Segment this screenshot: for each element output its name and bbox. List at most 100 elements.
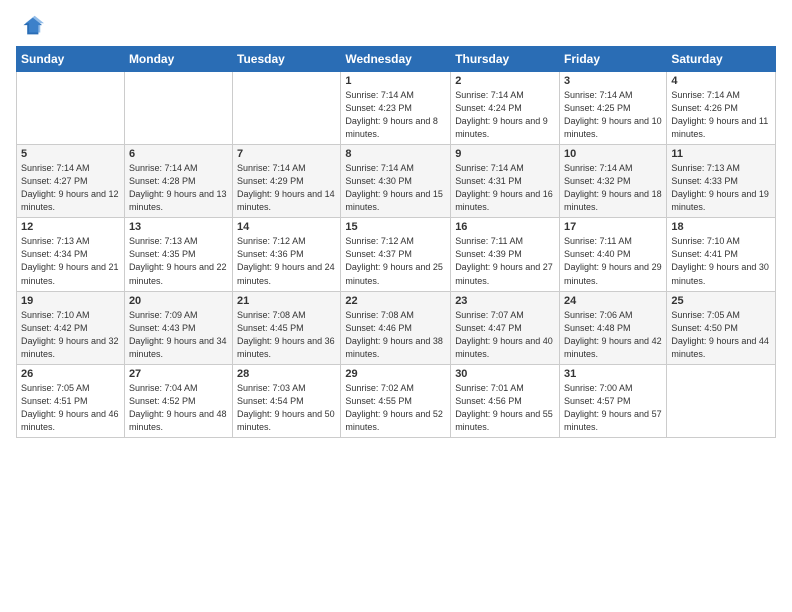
- calendar-cell: 30 Sunrise: 7:01 AMSunset: 4:56 PMDaylig…: [451, 364, 560, 437]
- day-number: 17: [564, 221, 662, 233]
- day-number: 18: [671, 221, 771, 233]
- calendar-cell: 10 Sunrise: 7:14 AMSunset: 4:32 PMDaylig…: [560, 145, 667, 218]
- day-number: 27: [129, 368, 228, 380]
- calendar-cell: 4 Sunrise: 7:14 AMSunset: 4:26 PMDayligh…: [667, 72, 776, 145]
- calendar: SundayMondayTuesdayWednesdayThursdayFrid…: [16, 46, 776, 438]
- calendar-cell: 5 Sunrise: 7:14 AMSunset: 4:27 PMDayligh…: [17, 145, 125, 218]
- day-number: 9: [455, 148, 555, 160]
- day-info: Sunrise: 7:13 AMSunset: 4:35 PMDaylight:…: [129, 235, 228, 287]
- page: SundayMondayTuesdayWednesdayThursdayFrid…: [0, 0, 792, 454]
- day-number: 31: [564, 368, 662, 380]
- calendar-cell: 12 Sunrise: 7:13 AMSunset: 4:34 PMDaylig…: [17, 218, 125, 291]
- calendar-cell: 27 Sunrise: 7:04 AMSunset: 4:52 PMDaylig…: [124, 364, 232, 437]
- day-info: Sunrise: 7:10 AMSunset: 4:41 PMDaylight:…: [671, 235, 771, 287]
- day-info: Sunrise: 7:05 AMSunset: 4:51 PMDaylight:…: [21, 382, 120, 434]
- calendar-cell: 23 Sunrise: 7:07 AMSunset: 4:47 PMDaylig…: [451, 291, 560, 364]
- calendar-cell: 9 Sunrise: 7:14 AMSunset: 4:31 PMDayligh…: [451, 145, 560, 218]
- day-info: Sunrise: 7:14 AMSunset: 4:31 PMDaylight:…: [455, 162, 555, 214]
- day-info: Sunrise: 7:10 AMSunset: 4:42 PMDaylight:…: [21, 309, 120, 361]
- calendar-cell: 16 Sunrise: 7:11 AMSunset: 4:39 PMDaylig…: [451, 218, 560, 291]
- calendar-cell: [667, 364, 776, 437]
- day-info: Sunrise: 7:07 AMSunset: 4:47 PMDaylight:…: [455, 309, 555, 361]
- calendar-cell: 22 Sunrise: 7:08 AMSunset: 4:46 PMDaylig…: [341, 291, 451, 364]
- day-info: Sunrise: 7:03 AMSunset: 4:54 PMDaylight:…: [237, 382, 336, 434]
- day-info: Sunrise: 7:11 AMSunset: 4:39 PMDaylight:…: [455, 235, 555, 287]
- day-header-sunday: Sunday: [17, 47, 125, 72]
- day-info: Sunrise: 7:14 AMSunset: 4:26 PMDaylight:…: [671, 89, 771, 141]
- calendar-cell: 6 Sunrise: 7:14 AMSunset: 4:28 PMDayligh…: [124, 145, 232, 218]
- day-info: Sunrise: 7:01 AMSunset: 4:56 PMDaylight:…: [455, 382, 555, 434]
- week-row-5: 26 Sunrise: 7:05 AMSunset: 4:51 PMDaylig…: [17, 364, 776, 437]
- day-number: 1: [345, 75, 446, 87]
- day-info: Sunrise: 7:00 AMSunset: 4:57 PMDaylight:…: [564, 382, 662, 434]
- day-header-thursday: Thursday: [451, 47, 560, 72]
- day-info: Sunrise: 7:14 AMSunset: 4:23 PMDaylight:…: [345, 89, 446, 141]
- calendar-cell: 15 Sunrise: 7:12 AMSunset: 4:37 PMDaylig…: [341, 218, 451, 291]
- day-number: 16: [455, 221, 555, 233]
- day-info: Sunrise: 7:14 AMSunset: 4:25 PMDaylight:…: [564, 89, 662, 141]
- calendar-cell: 3 Sunrise: 7:14 AMSunset: 4:25 PMDayligh…: [560, 72, 667, 145]
- logo: [16, 12, 48, 40]
- calendar-cell: [17, 72, 125, 145]
- day-info: Sunrise: 7:14 AMSunset: 4:24 PMDaylight:…: [455, 89, 555, 141]
- day-header-wednesday: Wednesday: [341, 47, 451, 72]
- calendar-cell: [233, 72, 341, 145]
- day-number: 12: [21, 221, 120, 233]
- day-info: Sunrise: 7:06 AMSunset: 4:48 PMDaylight:…: [564, 309, 662, 361]
- day-number: 3: [564, 75, 662, 87]
- week-row-3: 12 Sunrise: 7:13 AMSunset: 4:34 PMDaylig…: [17, 218, 776, 291]
- calendar-cell: 2 Sunrise: 7:14 AMSunset: 4:24 PMDayligh…: [451, 72, 560, 145]
- day-info: Sunrise: 7:14 AMSunset: 4:32 PMDaylight:…: [564, 162, 662, 214]
- day-number: 30: [455, 368, 555, 380]
- calendar-cell: 19 Sunrise: 7:10 AMSunset: 4:42 PMDaylig…: [17, 291, 125, 364]
- day-number: 22: [345, 295, 446, 307]
- calendar-cell: [124, 72, 232, 145]
- day-info: Sunrise: 7:14 AMSunset: 4:30 PMDaylight:…: [345, 162, 446, 214]
- calendar-cell: 31 Sunrise: 7:00 AMSunset: 4:57 PMDaylig…: [560, 364, 667, 437]
- calendar-cell: 28 Sunrise: 7:03 AMSunset: 4:54 PMDaylig…: [233, 364, 341, 437]
- day-number: 7: [237, 148, 336, 160]
- day-header-row: SundayMondayTuesdayWednesdayThursdayFrid…: [17, 47, 776, 72]
- calendar-cell: 13 Sunrise: 7:13 AMSunset: 4:35 PMDaylig…: [124, 218, 232, 291]
- day-number: 2: [455, 75, 555, 87]
- day-number: 11: [671, 148, 771, 160]
- calendar-cell: 1 Sunrise: 7:14 AMSunset: 4:23 PMDayligh…: [341, 72, 451, 145]
- header: [16, 12, 776, 40]
- day-number: 13: [129, 221, 228, 233]
- week-row-2: 5 Sunrise: 7:14 AMSunset: 4:27 PMDayligh…: [17, 145, 776, 218]
- day-info: Sunrise: 7:14 AMSunset: 4:28 PMDaylight:…: [129, 162, 228, 214]
- calendar-cell: 25 Sunrise: 7:05 AMSunset: 4:50 PMDaylig…: [667, 291, 776, 364]
- week-row-1: 1 Sunrise: 7:14 AMSunset: 4:23 PMDayligh…: [17, 72, 776, 145]
- day-info: Sunrise: 7:14 AMSunset: 4:27 PMDaylight:…: [21, 162, 120, 214]
- day-info: Sunrise: 7:04 AMSunset: 4:52 PMDaylight:…: [129, 382, 228, 434]
- day-number: 19: [21, 295, 120, 307]
- day-number: 29: [345, 368, 446, 380]
- day-info: Sunrise: 7:11 AMSunset: 4:40 PMDaylight:…: [564, 235, 662, 287]
- day-number: 8: [345, 148, 446, 160]
- day-number: 15: [345, 221, 446, 233]
- calendar-cell: 17 Sunrise: 7:11 AMSunset: 4:40 PMDaylig…: [560, 218, 667, 291]
- day-info: Sunrise: 7:12 AMSunset: 4:36 PMDaylight:…: [237, 235, 336, 287]
- day-info: Sunrise: 7:08 AMSunset: 4:45 PMDaylight:…: [237, 309, 336, 361]
- day-header-tuesday: Tuesday: [233, 47, 341, 72]
- day-number: 21: [237, 295, 336, 307]
- calendar-cell: 21 Sunrise: 7:08 AMSunset: 4:45 PMDaylig…: [233, 291, 341, 364]
- calendar-cell: 20 Sunrise: 7:09 AMSunset: 4:43 PMDaylig…: [124, 291, 232, 364]
- day-info: Sunrise: 7:08 AMSunset: 4:46 PMDaylight:…: [345, 309, 446, 361]
- calendar-cell: 18 Sunrise: 7:10 AMSunset: 4:41 PMDaylig…: [667, 218, 776, 291]
- day-number: 6: [129, 148, 228, 160]
- day-number: 5: [21, 148, 120, 160]
- calendar-cell: 8 Sunrise: 7:14 AMSunset: 4:30 PMDayligh…: [341, 145, 451, 218]
- logo-icon: [16, 12, 44, 40]
- day-header-friday: Friday: [560, 47, 667, 72]
- week-row-4: 19 Sunrise: 7:10 AMSunset: 4:42 PMDaylig…: [17, 291, 776, 364]
- calendar-cell: 24 Sunrise: 7:06 AMSunset: 4:48 PMDaylig…: [560, 291, 667, 364]
- day-number: 20: [129, 295, 228, 307]
- day-info: Sunrise: 7:14 AMSunset: 4:29 PMDaylight:…: [237, 162, 336, 214]
- day-number: 4: [671, 75, 771, 87]
- day-header-monday: Monday: [124, 47, 232, 72]
- day-number: 25: [671, 295, 771, 307]
- calendar-cell: 29 Sunrise: 7:02 AMSunset: 4:55 PMDaylig…: [341, 364, 451, 437]
- day-number: 14: [237, 221, 336, 233]
- day-info: Sunrise: 7:05 AMSunset: 4:50 PMDaylight:…: [671, 309, 771, 361]
